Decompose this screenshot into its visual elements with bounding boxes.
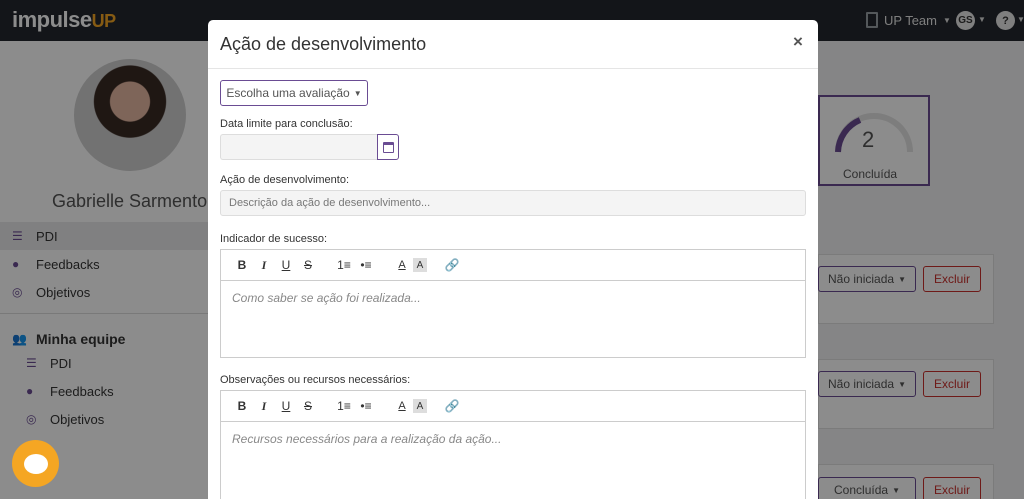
bullet-list-icon[interactable]: •≡ [355, 395, 377, 417]
bold-button[interactable]: B [231, 395, 253, 417]
action-label: Ação de desenvolvimento: [220, 174, 350, 186]
caret-down-icon: ▼ [353, 88, 362, 98]
chat-icon [23, 453, 48, 474]
bullet-list-icon[interactable]: •≡ [355, 254, 377, 276]
ordered-list-icon[interactable]: 1≡ [333, 254, 355, 276]
resources-label: Observações ou recursos necessários: [220, 374, 411, 386]
development-action-modal: Ação de desenvolvimento × Escolha uma av… [208, 20, 818, 499]
italic-button[interactable]: I [253, 254, 275, 276]
italic-button[interactable]: I [253, 395, 275, 417]
ordered-list-icon[interactable]: 1≡ [333, 395, 355, 417]
deadline-date-input[interactable] [220, 134, 377, 160]
strikethrough-button[interactable]: S [297, 254, 319, 276]
underline-button[interactable]: U [275, 395, 297, 417]
success-indicator-textarea[interactable]: Como saber se ação foi realizada... [221, 281, 805, 315]
link-icon[interactable]: 🔗 [441, 254, 463, 276]
background-color-icon[interactable]: A [413, 399, 427, 413]
editor-toolbar: B I U S 1≡ •≡ A A 🔗 [221, 250, 805, 281]
calendar-button[interactable] [377, 134, 399, 160]
modal-header-divider [208, 68, 818, 69]
font-color-icon[interactable]: A [391, 254, 413, 276]
resources-textarea[interactable]: Recursos necessários para a realização d… [221, 422, 805, 456]
underline-button[interactable]: U [275, 254, 297, 276]
link-icon[interactable]: 🔗 [441, 395, 463, 417]
background-color-icon[interactable]: A [413, 258, 427, 272]
resources-editor: B I U S 1≡ •≡ A A 🔗 Recursos necessários… [220, 390, 806, 499]
success-indicator-editor: B I U S 1≡ •≡ A A 🔗 Como saber se ação f… [220, 249, 806, 358]
action-description-input[interactable]: Descrição da ação de desenvolvimento... [220, 190, 806, 216]
evaluation-dropdown-label: Escolha uma avaliação [226, 86, 350, 100]
calendar-icon [382, 141, 394, 153]
modal-title: Ação de desenvolvimento [220, 34, 427, 54]
bold-button[interactable]: B [231, 254, 253, 276]
chat-widget-button[interactable] [12, 440, 59, 487]
font-color-icon[interactable]: A [391, 395, 413, 417]
editor-toolbar: B I U S 1≡ •≡ A A 🔗 [221, 391, 805, 422]
evaluation-dropdown[interactable]: Escolha uma avaliação ▼ [220, 80, 368, 106]
date-label: Data limite para conclusão: [220, 118, 353, 130]
close-icon[interactable]: × [793, 32, 803, 52]
success-indicator-label: Indicador de sucesso: [220, 233, 328, 245]
strikethrough-button[interactable]: S [297, 395, 319, 417]
